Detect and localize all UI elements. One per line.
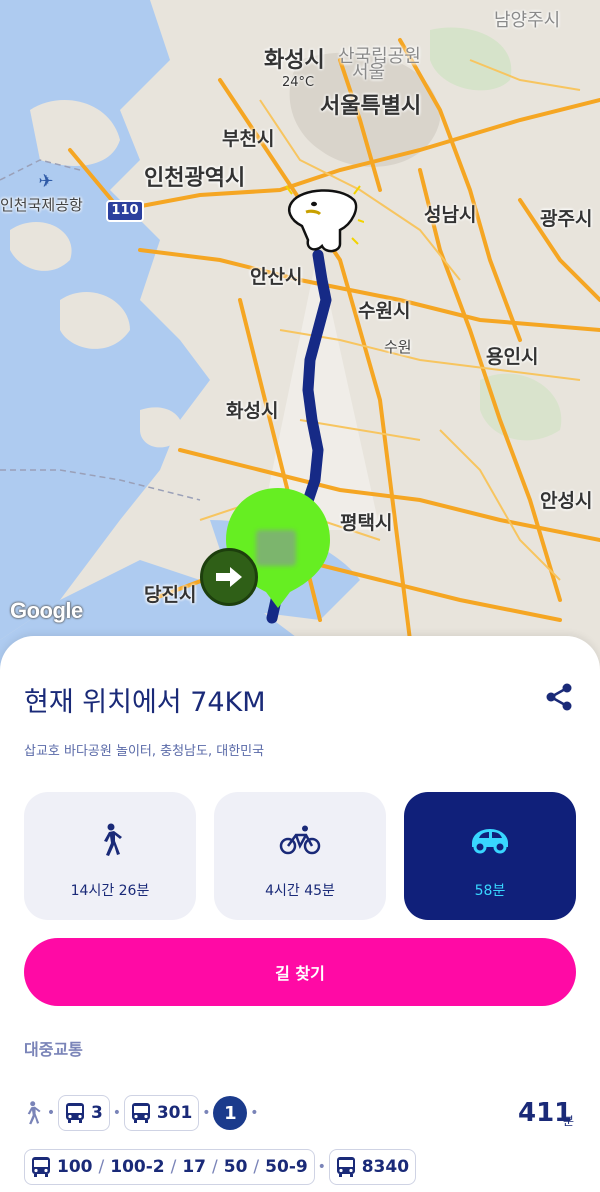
google-attribution: Google (10, 598, 83, 623)
bus-number: 50-9 (265, 1157, 308, 1177)
airplane-icon: ✈ (38, 171, 54, 192)
transit-bus-row[interactable]: 100 / 100-2 / 17 / 50 / 50-9 • 8340 (24, 1148, 417, 1186)
direction-arrow-icon[interactable] (200, 548, 258, 606)
transit-route-row[interactable]: • 3 • 301 • 1 • (22, 1094, 261, 1132)
bike-icon (276, 820, 324, 860)
map-label-pyeongtaek: 평택시 (340, 512, 393, 534)
bus-chip: 3 (58, 1095, 110, 1131)
separator-dot: • (112, 1105, 121, 1121)
separator-dot: • (46, 1105, 56, 1121)
bus-icon (32, 1157, 50, 1177)
bus-number: 3 (91, 1103, 103, 1123)
destination-address: 삽교호 바다공원 놀이터, 충청남도, 대한민국 (24, 744, 265, 759)
map-label-hwaseong-top: 화성시 (264, 48, 325, 73)
highway-shield: 110 (106, 200, 144, 222)
travel-mode-selector: 14시간 26분 4시간 45분 58분 (24, 792, 576, 920)
bus-chip: 100 / 100-2 / 17 / 50 / 50-9 (24, 1149, 315, 1185)
map-label-incheon: 인천광역시 (144, 166, 246, 191)
bus-number: 50 (223, 1157, 248, 1177)
walk-icon (22, 1099, 44, 1127)
mode-car-button[interactable]: 58분 (404, 792, 576, 920)
map-label-seoul-small: 서울 (352, 62, 386, 83)
bus-icon (131, 1103, 150, 1123)
destination-sheet: 현재 위치에서 74KM 삽교호 바다공원 놀이터, 충청남도, 대한민국 14… (0, 636, 600, 1192)
mode-walk-time: 14시간 26분 (70, 883, 150, 899)
mode-walk-button[interactable]: 14시간 26분 (24, 792, 196, 920)
bus-chip: 8340 (328, 1149, 417, 1185)
map-label-seoul: 서울특별시 (320, 94, 422, 119)
destination-distance-title: 현재 위치에서 74KM (24, 687, 266, 718)
mascot-character-icon[interactable] (282, 180, 365, 260)
bus-icon (336, 1157, 355, 1177)
mode-bike-time: 4시간 45분 (265, 883, 335, 899)
mode-car-time: 58분 (474, 883, 506, 899)
find-route-button[interactable]: 길 찾기 (24, 938, 576, 1006)
subway-line-badge: 1 (213, 1096, 248, 1130)
bus-number: 100-2 (110, 1157, 165, 1177)
bus-number: 301 (156, 1103, 193, 1123)
transit-total-unit: 분 (563, 1114, 575, 1128)
car-icon (466, 820, 514, 860)
map-label-hwaseong: 화성시 (226, 400, 279, 422)
separator-dot: • (317, 1159, 326, 1175)
bus-chip: 301 (123, 1095, 200, 1131)
map-label-yongin: 용인시 (486, 346, 539, 368)
map-label-namyangju: 남양주시 (494, 10, 561, 31)
bus-number: 8340 (361, 1157, 410, 1177)
separator-dot: • (250, 1105, 259, 1121)
share-icon[interactable] (542, 680, 576, 714)
blurred-photo (256, 530, 296, 566)
map-label-dangjin: 당진시 (144, 584, 197, 606)
mode-bike-button[interactable]: 4시간 45분 (214, 792, 386, 920)
map-label-seongnam: 성남시 (424, 204, 477, 226)
separator-dot: • (202, 1105, 211, 1121)
map-label-anseong: 안성시 (540, 490, 593, 512)
map-label-suwon-si: 수원시 (358, 300, 411, 322)
bus-number: 100 (57, 1157, 93, 1177)
map-label-airport: 인천국제공항 (0, 196, 83, 214)
map-label-suwon: 수원 (384, 338, 412, 356)
transit-heading: 대중교통 (24, 1040, 83, 1059)
bus-icon (66, 1103, 84, 1123)
map-label-ansan: 안산시 (250, 266, 303, 288)
map-view[interactable]: 남양주시 화성시 산국립공원 서울 24°C 서울특별시 부천시 인천광역시 인… (0, 0, 600, 700)
map-label-gwangju: 광주시 (540, 208, 593, 230)
walk-icon (86, 820, 134, 860)
map-label-bucheon: 부천시 (222, 128, 275, 150)
map-label-temperature: 24°C (282, 75, 315, 90)
bus-number: 17 (182, 1157, 207, 1177)
